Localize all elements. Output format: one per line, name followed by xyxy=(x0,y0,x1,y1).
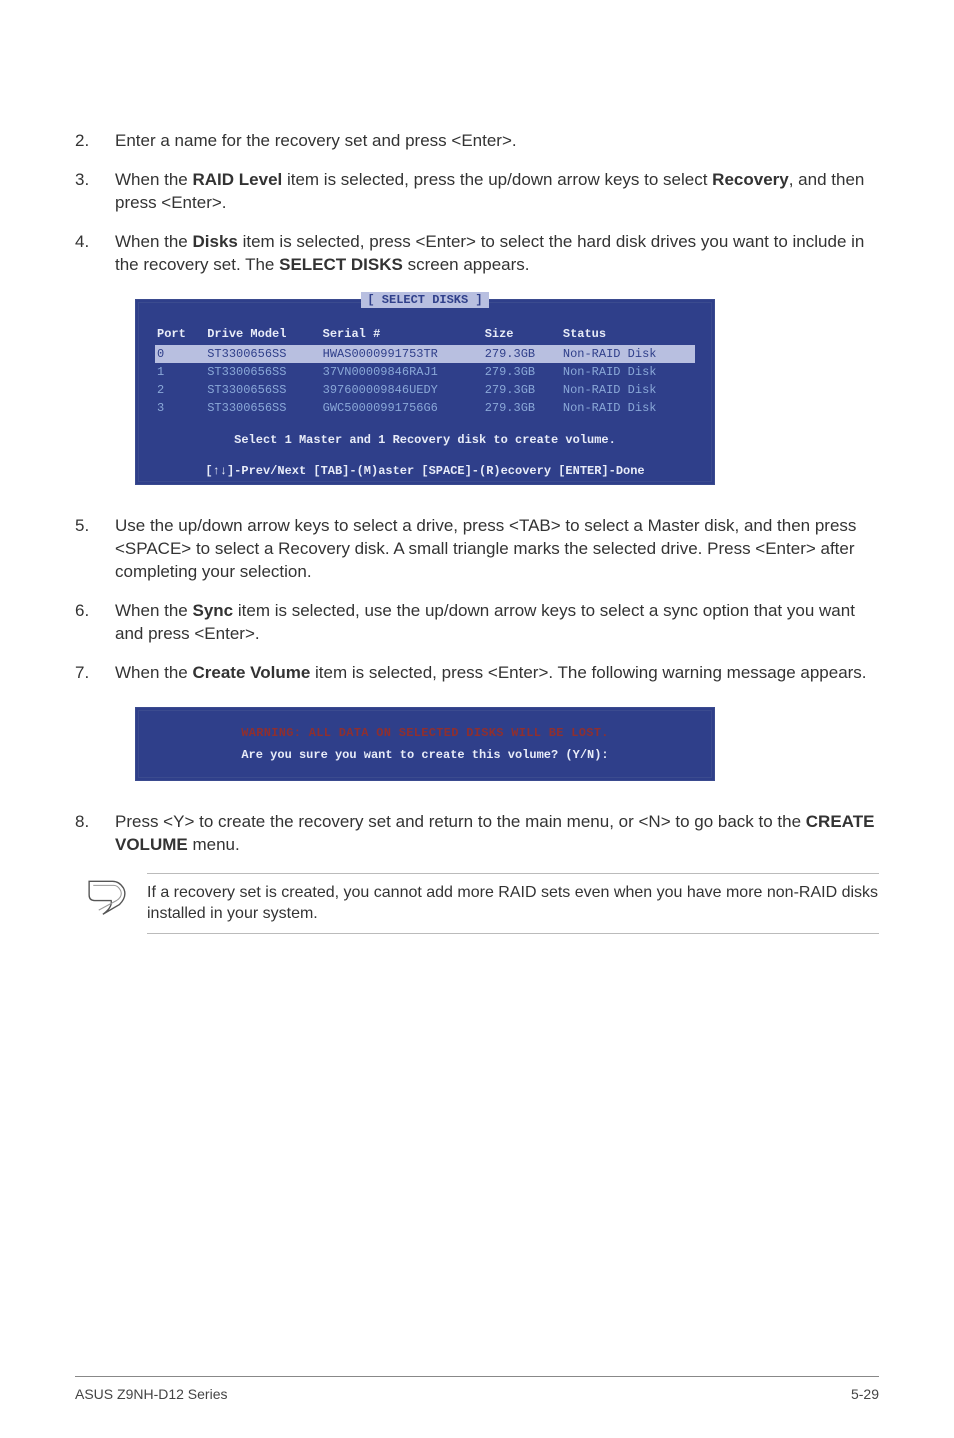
bios-col-header: Status xyxy=(561,325,695,345)
step-item: 5.Use the up/down arrow keys to select a… xyxy=(75,515,879,586)
step-number: 4. xyxy=(75,231,115,279)
bios-cell: GWC50000991756G6 xyxy=(321,399,483,417)
step-list-2: 5.Use the up/down arrow keys to select a… xyxy=(75,515,879,687)
note-block: If a recovery set is created, you cannot… xyxy=(85,873,879,934)
step-number: 7. xyxy=(75,662,115,687)
bios-cell: ST3300656SS xyxy=(205,363,320,381)
bios-cell: 279.3GB xyxy=(483,363,561,381)
step-body: When the Create Volume item is selected,… xyxy=(115,662,879,687)
step-body: When the RAID Level item is selected, pr… xyxy=(115,169,879,217)
bios-message: Select 1 Master and 1 Recovery disk to c… xyxy=(155,432,695,448)
page-footer: ASUS Z9NH-D12 Series 5-29 xyxy=(75,1376,879,1404)
bios-cell: ST3300656SS xyxy=(205,381,320,399)
note-text: If a recovery set is created, you cannot… xyxy=(147,873,879,934)
bios-cell: 2 xyxy=(155,381,205,399)
bios-col-header: Size xyxy=(483,325,561,345)
note-icon xyxy=(85,873,129,924)
step-body: Enter a name for the recovery set and pr… xyxy=(115,130,879,155)
step-item: 3.When the RAID Level item is selected, … xyxy=(75,169,879,217)
bios-title: [ SELECT DISKS ] xyxy=(361,292,488,308)
bios-cell: Non-RAID Disk xyxy=(561,363,695,381)
bios-footer-hint: [↑↓]-Prev/Next [TAB]-(M)aster [SPACE]-(R… xyxy=(205,464,644,478)
bios-cell: Non-RAID Disk xyxy=(561,345,695,363)
bios-cell: 279.3GB xyxy=(483,345,561,363)
step-number: 2. xyxy=(75,130,115,155)
bios-cell: ST3300656SS xyxy=(205,399,320,417)
bios-cell: 397600009846UEDY xyxy=(321,381,483,399)
step-list-1: 2.Enter a name for the recovery set and … xyxy=(75,130,879,279)
step-number: 8. xyxy=(75,811,115,859)
step-body: When the Disks item is selected, press <… xyxy=(115,231,879,279)
warning-line-1: WARNING: ALL DATA ON SELECTED DISKS WILL… xyxy=(145,725,705,741)
step-list-3: 8.Press <Y> to create the recovery set a… xyxy=(75,811,879,859)
bios-disk-row: 1ST3300656SS37VN00009846RAJ1279.3GBNon-R… xyxy=(155,363,695,381)
bios-cell: 279.3GB xyxy=(483,381,561,399)
bios-col-header: Serial # xyxy=(321,325,483,345)
bios-disk-row: 0ST3300656SSHWAS0000991753TR279.3GBNon-R… xyxy=(155,345,695,363)
step-item: 6.When the Sync item is selected, use th… xyxy=(75,600,879,648)
step-item: 8.Press <Y> to create the recovery set a… xyxy=(75,811,879,859)
step-number: 3. xyxy=(75,169,115,217)
bios-cell: 3 xyxy=(155,399,205,417)
bios-cell: Non-RAID Disk xyxy=(561,381,695,399)
step-item: 2.Enter a name for the recovery set and … xyxy=(75,130,879,155)
step-item: 7.When the Create Volume item is selecte… xyxy=(75,662,879,687)
bios-cell: Non-RAID Disk xyxy=(561,399,695,417)
step-body: Press <Y> to create the recovery set and… xyxy=(115,811,879,859)
step-number: 5. xyxy=(75,515,115,586)
step-body: Use the up/down arrow keys to select a d… xyxy=(115,515,879,586)
footer-right: 5-29 xyxy=(851,1385,879,1404)
step-body: When the Sync item is selected, use the … xyxy=(115,600,879,648)
bios-col-header: Port xyxy=(155,325,205,345)
bios-select-disks-screen: [ SELECT DISKS ] PortDrive ModelSerial #… xyxy=(135,299,715,485)
warning-line-2: Are you sure you want to create this vol… xyxy=(145,747,705,763)
bios-disk-row: 2ST3300656SS397600009846UEDY279.3GBNon-R… xyxy=(155,381,695,399)
bios-cell: 279.3GB xyxy=(483,399,561,417)
bios-warning-dialog: WARNING: ALL DATA ON SELECTED DISKS WILL… xyxy=(135,707,715,781)
step-item: 4.When the Disks item is selected, press… xyxy=(75,231,879,279)
bios-cell: 1 xyxy=(155,363,205,381)
bios-cell: ST3300656SS xyxy=(205,345,320,363)
bios-cell: 0 xyxy=(155,345,205,363)
bios-cell: 37VN00009846RAJ1 xyxy=(321,363,483,381)
footer-left: ASUS Z9NH-D12 Series xyxy=(75,1385,228,1404)
bios-col-header: Drive Model xyxy=(205,325,320,345)
bios-disk-row: 3ST3300656SSGWC50000991756G6279.3GBNon-R… xyxy=(155,399,695,417)
bios-disk-table: PortDrive ModelSerial #SizeStatus 0ST330… xyxy=(155,325,695,418)
bios-cell: HWAS0000991753TR xyxy=(321,345,483,363)
step-number: 6. xyxy=(75,600,115,648)
